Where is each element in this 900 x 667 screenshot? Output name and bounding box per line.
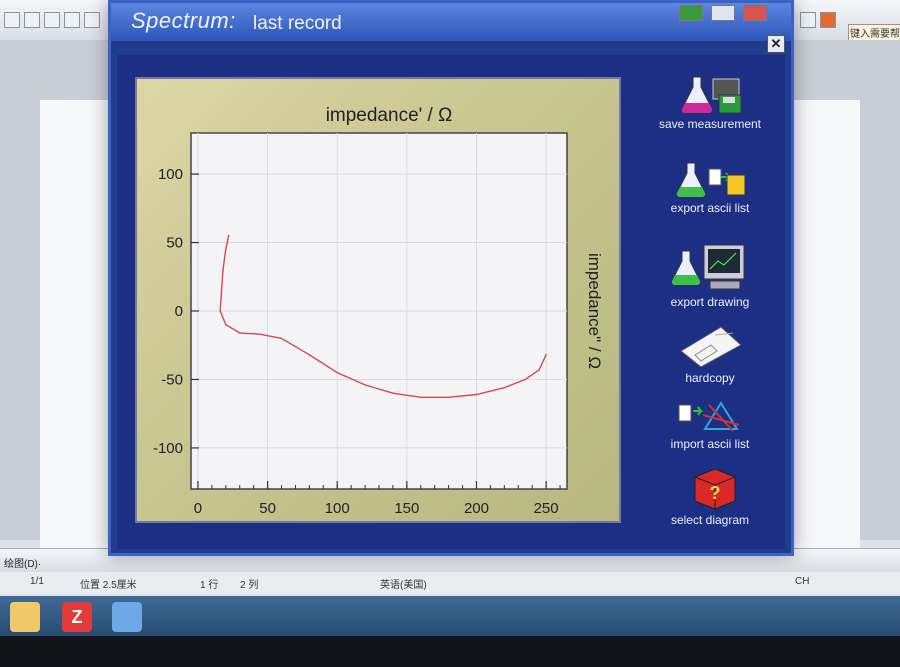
data-point <box>225 248 227 251</box>
y-tick-label: 50 <box>166 235 183 252</box>
action-label: import ascii list <box>670 437 750 451</box>
data-point <box>524 378 527 381</box>
data-point <box>259 333 262 336</box>
data-point <box>225 323 227 326</box>
select-diagram-button[interactable]: ? select diagram <box>635 467 785 527</box>
minimize-button[interactable] <box>679 5 703 21</box>
top-axis-title: impedance' / Ω <box>326 105 453 126</box>
data-point <box>227 234 230 237</box>
action-label: save measurement <box>658 117 762 131</box>
flask-monitor-icon <box>671 244 745 290</box>
action-label: select diagram <box>670 513 750 527</box>
save-measurement-button[interactable]: save measurement <box>635 73 785 131</box>
data-point <box>222 269 224 271</box>
y-tick-label: 0 <box>175 303 183 320</box>
data-point <box>308 354 311 356</box>
status-language: 英语(美国) <box>380 580 427 591</box>
data-point <box>392 392 394 394</box>
y-tick-label: -50 <box>161 371 183 388</box>
data-point <box>447 396 450 399</box>
action-label: export drawing <box>670 295 750 309</box>
window-titlebar[interactable]: Spectrum: last record <box>111 3 791 41</box>
toolbar-button[interactable] <box>24 12 40 28</box>
data-point <box>364 384 366 386</box>
export-drawing-button[interactable]: export drawing <box>635 241 785 309</box>
impedance-plot[interactable]: 0 50 100 150 200 250 100 50 0 -50 -100 impedance' … <box>137 79 623 525</box>
app-window-icon[interactable] <box>112 602 142 632</box>
import-ascii-list-button[interactable]: import ascii list <box>635 395 785 451</box>
toolbar-button[interactable] <box>84 12 100 28</box>
flask-floppy-icon <box>681 76 742 114</box>
data-point <box>219 310 222 312</box>
window-subtitle: last record <box>253 13 342 34</box>
export-ascii-list-button[interactable]: export ascii list <box>635 159 785 215</box>
data-point <box>545 354 547 356</box>
window-close-button[interactable] <box>743 5 767 21</box>
data-point <box>220 289 223 292</box>
x-tick-label: 50 <box>259 500 276 517</box>
status-position: 位置 2.5厘米 <box>80 580 137 591</box>
right-axis-title: impedance" / Ω <box>585 253 604 369</box>
flask-export-list-icon <box>676 162 745 198</box>
data-point <box>475 393 478 396</box>
toolbar-button[interactable] <box>44 12 60 28</box>
dialog-body: 0 50 100 150 200 250 100 50 0 -50 -100 impedance' … <box>117 55 785 549</box>
toolbar-button[interactable] <box>64 12 80 28</box>
draw-menu[interactable]: 绘图(D)· <box>4 555 41 570</box>
status-bar: 1/1 位置 2.5厘米 1 行 2 列 英语(美国) <box>0 572 900 594</box>
status-column: 2 列 <box>240 580 259 591</box>
taskbar: Z CH <box>0 576 900 640</box>
status-page: 1/1 <box>30 576 44 587</box>
data-point <box>503 386 506 389</box>
data-point <box>538 369 540 371</box>
y-tick-label: -100 <box>153 440 183 457</box>
app-z-icon[interactable]: Z <box>62 602 92 632</box>
toolbar-button[interactable] <box>820 12 836 28</box>
svg-text:?: ? <box>710 483 721 503</box>
folder-icon[interactable] <box>10 602 40 632</box>
status-row: 1 行 <box>200 580 219 591</box>
paper-sheet-icon <box>680 326 742 368</box>
x-tick-label: 200 <box>464 500 489 517</box>
x-tick-label: 100 <box>325 500 350 517</box>
action-label: export ascii list <box>670 201 750 215</box>
import-graph-icon <box>678 401 740 432</box>
maximize-button[interactable] <box>711 5 735 21</box>
y-tick-label: 100 <box>158 166 183 183</box>
plot-frame: 0 50 100 150 200 250 100 50 0 -50 -100 impedance' … <box>135 77 621 523</box>
data-point <box>280 337 283 340</box>
action-label: hardcopy <box>685 371 735 385</box>
cube-question-icon: ? <box>694 468 736 510</box>
x-tick-label: 150 <box>394 500 419 517</box>
data-point <box>238 332 241 334</box>
x-tick-label: 0 <box>194 500 202 517</box>
data-point <box>419 396 422 399</box>
toolbar-button[interactable] <box>4 12 20 28</box>
spectrum-window: Spectrum: last record ✕ 0 50 100 150 200 250 1… <box>108 0 794 556</box>
close-icon[interactable]: ✕ <box>767 35 785 53</box>
data-point <box>336 371 339 374</box>
toolbar-button[interactable] <box>800 12 816 28</box>
hardcopy-button[interactable]: hardcopy <box>635 323 785 385</box>
x-tick-label: 250 <box>534 500 559 517</box>
window-title: Spectrum: <box>131 8 236 33</box>
monitor-bezel <box>0 636 900 667</box>
tray-ime[interactable]: CH <box>795 576 809 587</box>
